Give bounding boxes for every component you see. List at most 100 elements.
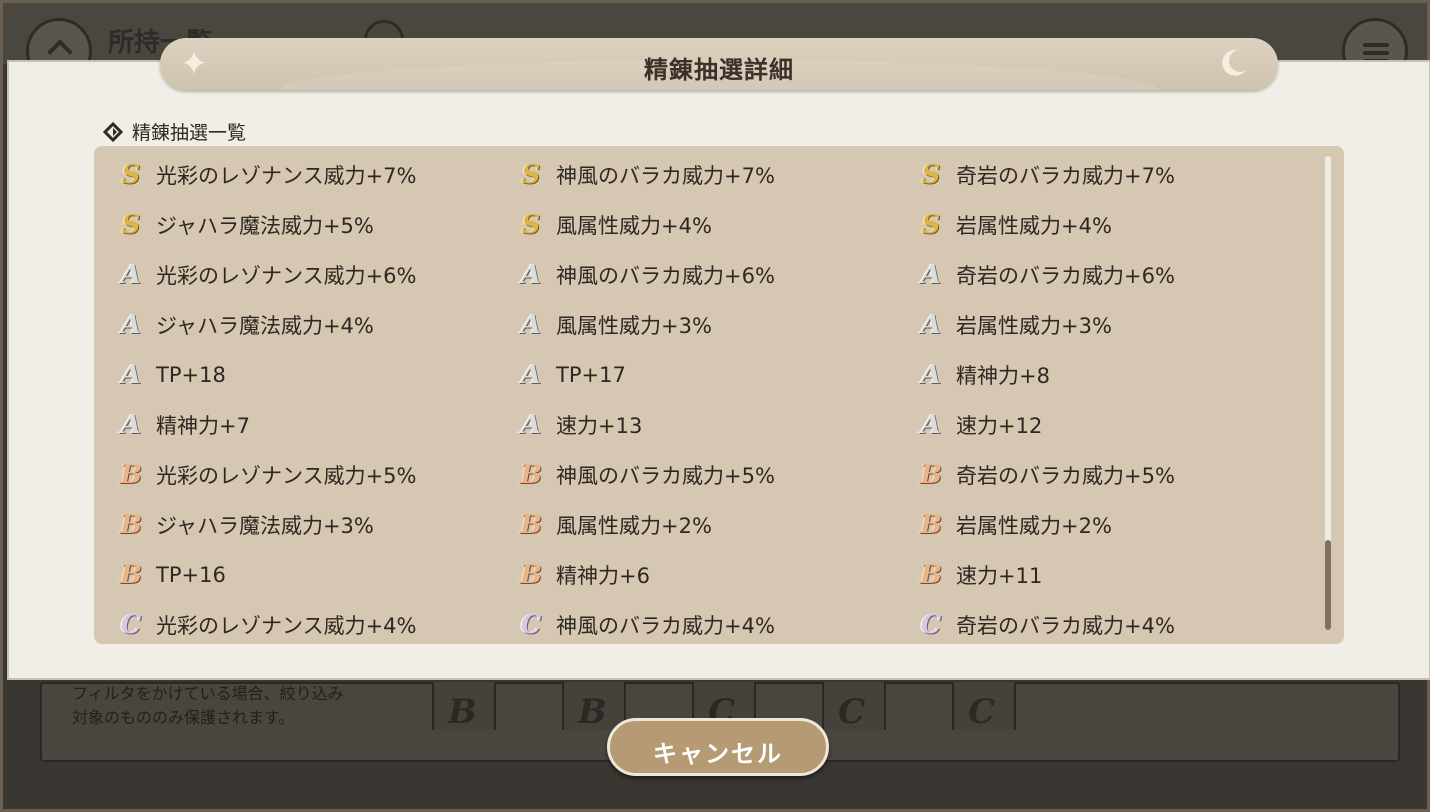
grade-c-icon: C [120,610,142,640]
item-text: 岩属性威力+3% [956,314,1112,338]
grade-a-icon: A [120,260,142,290]
list-row: A ジャハラ魔法威力+4% A 風属性威力+3% A 岩属性威力+3% [94,300,1324,350]
item-text: 速力+13 [556,414,643,438]
list-item: A 奇岩のバラカ威力+6% [916,250,1175,300]
item-text: TP+17 [556,363,626,387]
list-item: A 神風のバラカ威力+6% [516,250,775,300]
list-item: S 奇岩のバラカ威力+7% [916,150,1175,200]
item-text: 奇岩のバラカ威力+7% [956,164,1175,188]
diamond-arrow-icon [102,121,124,143]
list-item: A 精神力+7 [116,400,250,450]
list-item: A 速力+12 [916,400,1042,450]
grade-b-icon: B [520,510,542,540]
grade-s-icon: S [121,210,141,240]
list-row: A 精神力+7 A 速力+13 A 速力+12 [94,400,1324,450]
grade-b-icon: B [520,560,542,590]
grade-a-icon: A [520,260,542,290]
section-header: 精錬抽選一覧 [102,118,246,145]
grade-a-icon: A [920,260,942,290]
item-text: TP+16 [156,563,226,587]
item-text: 風属性威力+2% [556,514,712,538]
item-text: ジャハラ魔法威力+4% [156,314,374,338]
grade-a-icon: A [120,310,142,340]
item-text: 速力+12 [956,414,1043,438]
list-item: A TP+17 [516,350,626,400]
list-item: B TP+16 [116,550,226,600]
grade-s-icon: S [921,210,941,240]
item-text: ジャハラ魔法威力+3% [156,514,374,538]
grade-s-icon: S [921,160,941,190]
item-text: 奇岩のバラカ威力+4% [956,614,1175,638]
list-row: B ジャハラ魔法威力+3% B 風属性威力+2% B 岩属性威力+2% [94,500,1324,550]
list-item: C 奇岩のバラカ威力+4% [916,600,1175,644]
item-text: 神風のバラカ威力+4% [556,614,775,638]
list-item: A TP+18 [116,350,226,400]
grade-a-icon: A [520,310,542,340]
list-item: S 光彩のレゾナンス威力+7% [116,150,417,200]
grade-b-icon: B [120,460,142,490]
grade-s-icon: S [521,160,541,190]
item-text: 光彩のレゾナンス威力+4% [156,614,417,638]
list-item: S ジャハラ魔法威力+5% [116,200,374,250]
list-item: A 岩属性威力+3% [916,300,1112,350]
list-item: B 奇岩のバラカ威力+5% [916,450,1175,500]
moon-icon [1216,46,1250,80]
list-item: B 速力+11 [916,550,1042,600]
item-text: 風属性威力+4% [556,214,712,238]
grade-b-icon: B [920,460,942,490]
section-label: 精錬抽選一覧 [132,122,247,144]
item-text: 神風のバラカ威力+7% [556,164,775,188]
list-item: B 風属性威力+2% [516,500,712,550]
item-text: TP+18 [156,363,226,387]
item-text: 光彩のレゾナンス威力+7% [156,164,417,188]
item-text: 奇岩のバラカ威力+6% [956,264,1175,288]
dialog-header: ✦ 精錬抽選詳細 [160,38,1278,90]
list-row: A 光彩のレゾナンス威力+6% A 神風のバラカ威力+6% A 奇岩のバラカ威力+6% [94,250,1324,300]
grade-b-icon: B [920,560,942,590]
item-text: 精神力+6 [556,564,650,588]
item-text: 光彩のレゾナンス威力+6% [156,264,417,288]
grade-a-icon: A [120,360,142,390]
list-row: B TP+16 B 精神力+6 B 速力+11 [94,550,1324,600]
item-text: 岩属性威力+4% [956,214,1112,238]
list-row: A TP+18 A TP+17 A 精神力+8 [94,350,1324,400]
list-item: B 光彩のレゾナンス威力+5% [116,450,417,500]
grade-s-icon: S [121,160,141,190]
item-text: 岩属性威力+2% [956,514,1112,538]
list-item: C 神風のバラカ威力+4% [516,600,775,644]
grade-a-icon: A [920,360,942,390]
list-item: B 精神力+6 [516,550,650,600]
list-item: A 速力+13 [516,400,642,450]
list-scrollbar[interactable] [1325,156,1331,630]
grade-a-icon: A [520,360,542,390]
cancel-button-label: キャンセル [653,740,783,768]
list-item: S 風属性威力+4% [516,200,712,250]
grade-a-icon: A [120,410,142,440]
grade-a-icon: A [520,410,542,440]
cancel-button[interactable]: キャンセル [607,718,829,776]
grade-a-icon: A [920,310,942,340]
item-text: 精神力+7 [156,414,250,438]
list-item: B 神風のバラカ威力+5% [516,450,775,500]
list-row: S ジャハラ魔法威力+5% S 風属性威力+4% S 岩属性威力+4% [94,200,1324,250]
list-item: A ジャハラ魔法威力+4% [116,300,374,350]
item-text: 神風のバラカ威力+5% [556,464,775,488]
dialog-title: 精錬抽選詳細 [644,56,794,84]
list-item: A 風属性威力+3% [516,300,712,350]
grade-s-icon: S [521,210,541,240]
list-item: C 光彩のレゾナンス威力+4% [116,600,417,644]
grade-b-icon: B [120,560,142,590]
list-row: B 光彩のレゾナンス威力+5% B 神風のバラカ威力+5% B 奇岩のバラカ威力+5% [94,450,1324,500]
list-item: B 岩属性威力+2% [916,500,1112,550]
item-text: ジャハラ魔法威力+5% [156,214,374,238]
grade-b-icon: B [520,460,542,490]
list-row: S 光彩のレゾナンス威力+7% S 神風のバラカ威力+7% S 奇岩のバラカ威力+7% [94,150,1324,200]
grade-a-icon: A [920,410,942,440]
refine-lottery-list[interactable]: S 光彩のレゾナンス威力+7% S 神風のバラカ威力+7% S 奇岩のバラカ威力+7%… [94,146,1344,644]
list-item: B ジャハラ魔法威力+3% [116,500,374,550]
grade-b-icon: B [920,510,942,540]
scroll-thumb[interactable] [1325,540,1331,630]
item-text: 風属性威力+3% [556,314,712,338]
list-item: A 精神力+8 [916,350,1050,400]
item-text: 神風のバラカ威力+6% [556,264,775,288]
